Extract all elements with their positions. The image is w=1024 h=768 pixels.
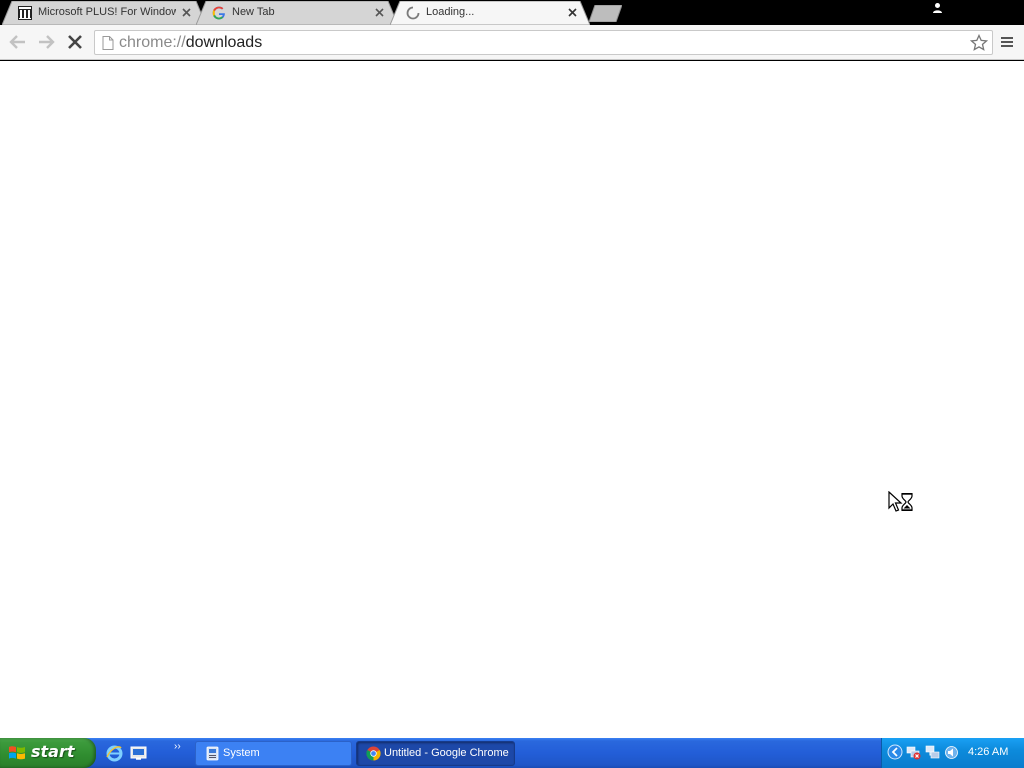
page-content[interactable] — [0, 61, 1024, 738]
tab-title: Microsoft PLUS! For Window — [38, 6, 176, 18]
archive-icon — [18, 6, 32, 20]
taskbar-item-label: System — [223, 747, 260, 759]
network-icon[interactable] — [925, 745, 940, 760]
show-desktop-icon[interactable] — [130, 745, 147, 761]
taskbar-item-label: Untitled - Google Chrome — [384, 747, 509, 759]
stop-icon[interactable] — [65, 33, 85, 51]
close-icon[interactable] — [181, 7, 192, 18]
back-arrow-icon[interactable] — [8, 33, 28, 51]
start-label: start — [31, 742, 75, 761]
url-text[interactable]: chrome://downloads — [119, 34, 262, 52]
url-host: downloads — [185, 34, 263, 51]
tab-2[interactable]: New Tab — [196, 1, 398, 25]
show-hidden-icons-icon[interactable] — [887, 744, 903, 760]
clock[interactable]: 4:26 AM — [968, 746, 1008, 758]
system-icon — [206, 746, 219, 761]
browser-toolbar: chrome://downloads — [0, 25, 1024, 60]
tab-3-active[interactable]: Loading... — [390, 1, 590, 25]
volume-icon[interactable] — [944, 745, 959, 760]
forward-arrow-icon[interactable] — [36, 33, 56, 51]
busy-cursor-icon — [888, 491, 913, 512]
new-tab-button[interactable] — [589, 5, 622, 22]
bookmark-star-icon[interactable] — [970, 34, 988, 52]
close-icon[interactable] — [567, 7, 578, 18]
system-tray: 4:26 AM — [881, 738, 1024, 768]
tab-title: Loading... — [426, 6, 475, 18]
taskbar: start ›› System Untitled - Google Chrome — [0, 738, 1024, 768]
menu-icon[interactable] — [999, 34, 1015, 50]
spinner-icon — [406, 6, 420, 20]
url-scheme: chrome:// — [119, 34, 186, 51]
profile-icon[interactable] — [931, 2, 944, 14]
windows-logo-icon — [9, 746, 25, 760]
start-button[interactable]: start — [0, 738, 96, 768]
address-bar[interactable]: chrome://downloads — [94, 30, 993, 55]
chrome-icon — [366, 746, 381, 761]
taskbar-item-chrome[interactable]: Untitled - Google Chrome — [356, 741, 515, 766]
quick-launch-chevron-icon[interactable]: ›› — [174, 741, 181, 752]
internet-explorer-icon[interactable] — [106, 745, 123, 762]
taskbar-item-system[interactable]: System — [195, 741, 352, 766]
close-icon[interactable] — [374, 7, 385, 18]
tab-title: New Tab — [232, 6, 275, 18]
google-icon — [212, 6, 225, 20]
tab-strip: Microsoft PLUS! For Window New Tab Loadi… — [0, 0, 1024, 25]
tab-1[interactable]: Microsoft PLUS! For Window — [2, 1, 206, 25]
page-icon — [102, 36, 114, 50]
network-warning-icon[interactable] — [906, 745, 921, 760]
